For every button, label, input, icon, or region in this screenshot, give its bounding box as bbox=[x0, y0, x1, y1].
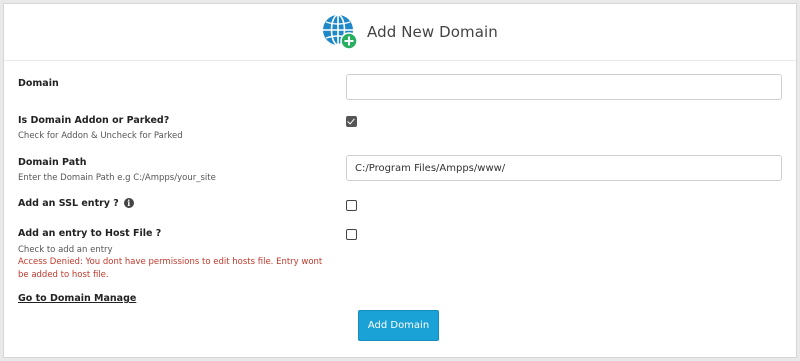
domain-path-value: C:/Program Files/Ampps/www/ bbox=[355, 162, 506, 174]
domain-path-label: Domain Path bbox=[18, 157, 87, 168]
domain-manage-link[interactable]: Go to Domain Manage bbox=[18, 293, 136, 304]
ssl-checkbox[interactable] bbox=[346, 200, 357, 211]
add-domain-button[interactable]: Add Domain bbox=[358, 310, 439, 341]
globe-add-icon bbox=[321, 13, 359, 51]
domain-path-input[interactable]: C:/Program Files/Ampps/www/ bbox=[346, 155, 782, 181]
panel-header: Add New Domain bbox=[4, 4, 796, 61]
hostfile-label: Add an entry to Host File ? bbox=[18, 228, 162, 239]
ssl-label-row: Add an SSL entry ? i bbox=[18, 198, 134, 209]
page-title: Add New Domain bbox=[367, 23, 498, 41]
addon-help-text: Check for Addon & Uncheck for Parked bbox=[18, 131, 183, 141]
domain-path-help-text: Enter the Domain Path e.g C:/Ampps/your_… bbox=[18, 173, 216, 183]
hostfile-checkbox[interactable] bbox=[346, 229, 357, 240]
addon-checkbox[interactable] bbox=[346, 116, 357, 127]
info-icon[interactable]: i bbox=[123, 198, 134, 208]
hostfile-help-text: Check to add an entry bbox=[18, 245, 113, 255]
domain-input[interactable] bbox=[346, 74, 782, 100]
addon-label: Is Domain Addon or Parked? bbox=[18, 115, 170, 126]
domain-label: Domain bbox=[18, 78, 59, 89]
ssl-label: Add an SSL entry ? bbox=[18, 198, 119, 209]
title-group: Add New Domain bbox=[321, 12, 498, 52]
hostfile-error-message: Access Denied: You dont have permissions… bbox=[18, 257, 323, 280]
add-domain-panel: Add New Domain Domain Is Domain Addon or… bbox=[3, 3, 797, 358]
